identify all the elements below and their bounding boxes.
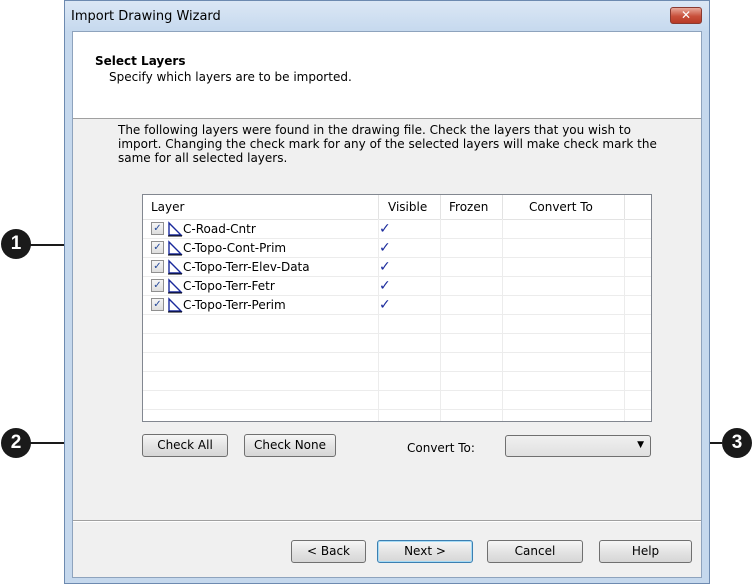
table-row[interactable]: ✓ C-Topo-Cont-Prim ✓ xyxy=(143,239,651,258)
empty-row xyxy=(143,372,651,391)
layers-list[interactable]: Layer Visible Frozen Convert To ✓ C-Road… xyxy=(142,194,652,422)
layer-name: C-Topo-Terr-Perim xyxy=(183,298,286,312)
layer-name: C-Topo-Terr-Fetr xyxy=(183,279,275,293)
layer-name: C-Road-Cntr xyxy=(183,222,256,236)
list-header: Layer Visible Frozen Convert To xyxy=(143,195,651,220)
visible-check-icon[interactable]: ✓ xyxy=(379,240,391,256)
column-header-layer[interactable]: Layer xyxy=(143,195,379,219)
check-all-button[interactable]: Check All xyxy=(142,434,228,457)
cancel-button[interactable]: Cancel xyxy=(487,540,583,563)
convert-to-label: Convert To: xyxy=(407,441,475,455)
layer-icon xyxy=(168,259,183,275)
visible-check-icon[interactable]: ✓ xyxy=(379,278,391,294)
layer-icon xyxy=(168,221,183,237)
column-header-frozen[interactable]: Frozen xyxy=(441,195,503,219)
column-header-convert-to[interactable]: Convert To xyxy=(503,195,625,219)
layer-icon xyxy=(168,240,183,256)
layer-checkbox[interactable]: ✓ xyxy=(151,222,164,235)
layer-checkbox[interactable]: ✓ xyxy=(151,241,164,254)
callout-3: 3 xyxy=(722,428,752,458)
visible-check-icon[interactable]: ✓ xyxy=(379,221,391,237)
header-panel: Select Layers Specify which layers are t… xyxy=(73,32,701,119)
empty-row xyxy=(143,391,651,410)
dialog-body: Select Layers Specify which layers are t… xyxy=(72,31,702,578)
table-row[interactable]: ✓ C-Topo-Terr-Perim ✓ xyxy=(143,296,651,315)
next-button[interactable]: Next > xyxy=(377,540,473,563)
close-button[interactable]: ✕ xyxy=(670,7,702,24)
chevron-down-icon: ▼ xyxy=(637,440,644,450)
convert-to-dropdown[interactable]: ▼ xyxy=(505,435,651,457)
footer-separator xyxy=(73,520,701,522)
layer-name: C-Topo-Terr-Elev-Data xyxy=(183,260,310,274)
layer-checkbox[interactable]: ✓ xyxy=(151,260,164,273)
table-row[interactable]: ✓ C-Road-Cntr ✓ xyxy=(143,220,651,239)
layer-checkbox[interactable]: ✓ xyxy=(151,298,164,311)
empty-row xyxy=(143,315,651,334)
layer-checkbox[interactable]: ✓ xyxy=(151,279,164,292)
page-title: Select Layers xyxy=(95,54,186,68)
wizard-window: Import Drawing Wizard ✕ Select Layers Sp… xyxy=(64,0,710,584)
column-header-visible[interactable]: Visible xyxy=(379,195,441,219)
empty-row xyxy=(143,353,651,372)
help-button[interactable]: Help xyxy=(599,540,692,563)
callout-2: 2 xyxy=(1,428,31,458)
visible-check-icon[interactable]: ✓ xyxy=(379,259,391,275)
layer-name: C-Topo-Cont-Prim xyxy=(183,241,287,255)
visible-check-icon[interactable]: ✓ xyxy=(379,297,391,313)
window-title: Import Drawing Wizard xyxy=(71,9,221,24)
instructions-text: The following layers were found in the d… xyxy=(118,123,657,165)
table-row[interactable]: ✓ C-Topo-Terr-Fetr ✓ xyxy=(143,277,651,296)
layer-icon xyxy=(168,278,183,294)
callout-1: 1 xyxy=(1,229,31,259)
page-subtitle: Specify which layers are to be imported. xyxy=(109,70,352,84)
empty-row xyxy=(143,334,651,353)
check-none-button[interactable]: Check None xyxy=(244,434,336,457)
close-icon: ✕ xyxy=(680,8,692,22)
back-button[interactable]: < Back xyxy=(291,540,366,563)
layer-icon xyxy=(168,297,183,313)
title-bar[interactable]: Import Drawing Wizard ✕ xyxy=(65,1,709,31)
table-row[interactable]: ✓ C-Topo-Terr-Elev-Data ✓ xyxy=(143,258,651,277)
